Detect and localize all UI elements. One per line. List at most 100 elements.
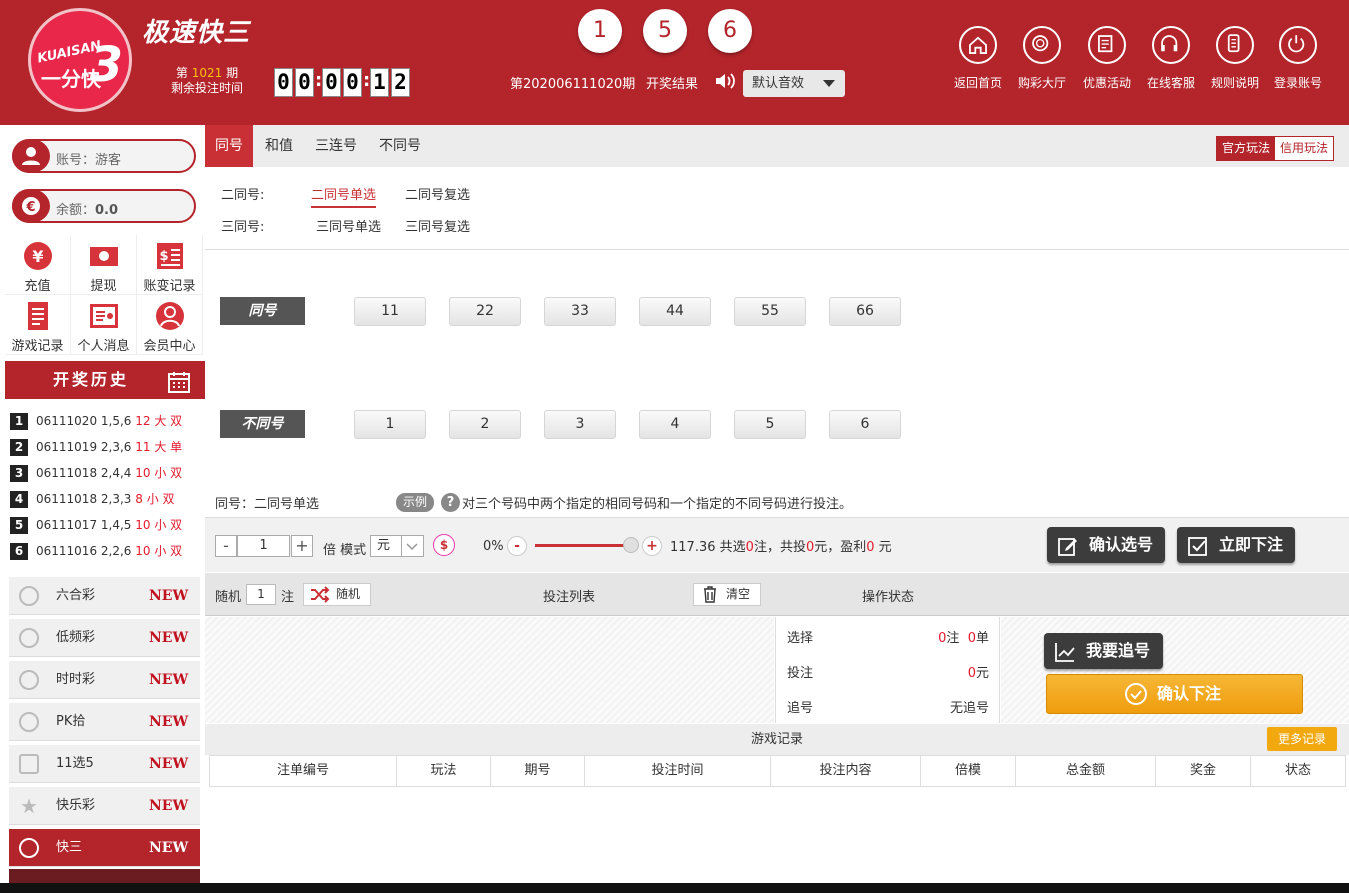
number-button[interactable]: 22 (449, 297, 521, 326)
column-header[interactable]: 奖金 (1156, 756, 1251, 786)
promotion-icon (1088, 26, 1126, 64)
rebate-plus-button[interactable]: + (642, 536, 662, 556)
bet-now-button[interactable]: 立即下注 (1177, 527, 1295, 563)
more-records-button[interactable]: 更多记录 (1267, 727, 1337, 751)
subplay-option-selected[interactable]: 二同号单选 (311, 184, 377, 208)
number-button[interactable]: 44 (639, 297, 711, 326)
tab-butonghao[interactable]: 不同号 (369, 125, 431, 167)
ledger-button[interactable]: $ 账变记录 (137, 235, 203, 295)
clear-button[interactable]: 清空 (693, 583, 761, 606)
messages-button[interactable]: 个人消息 (71, 295, 137, 355)
calendar-icon[interactable] (168, 369, 190, 393)
game-records-button[interactable]: 游戏记录 (5, 295, 71, 355)
history-result: 11 大 单 (135, 440, 183, 454)
sound-select[interactable]: 默认音效 (743, 70, 845, 97)
recharge-button[interactable]: ¥ 充值 (5, 235, 71, 295)
rebate-minus-button[interactable]: - (507, 536, 527, 556)
slider-handle[interactable] (623, 537, 639, 553)
app-logo[interactable]: KUAISAN 一分快 3 (28, 8, 132, 112)
clock-icon (19, 838, 39, 858)
subplay-option[interactable]: 二同号复选 (405, 184, 470, 203)
chevron-down-icon (401, 536, 421, 556)
tab-hezhi[interactable]: 和值 (255, 125, 303, 167)
account-field: 账号：游客 (12, 139, 196, 173)
column-header[interactable]: 玩法 (397, 756, 491, 786)
history-row: 4 06111018 2,3,3 8 小 双 (10, 486, 200, 512)
number-button[interactable]: 3 (544, 410, 616, 439)
summary-text: 元，盈利 (814, 540, 867, 555)
sidebar-item-low-freq[interactable]: 低频彩 NEW (9, 619, 200, 657)
rebate-slider[interactable] (535, 544, 631, 547)
number-button[interactable]: 4 (639, 410, 711, 439)
nav-login[interactable]: 登录账号 (1266, 26, 1330, 91)
random-count-input[interactable]: 1 (246, 584, 276, 605)
button-label: 确认下注 (1157, 684, 1222, 703)
number-button[interactable]: 2 (449, 410, 521, 439)
sidebar-item-liuhecai[interactable]: 六合彩 NEW (9, 577, 200, 615)
select-unit-2: 单 (975, 631, 989, 646)
number-button[interactable]: 66 (829, 297, 901, 326)
credit-mode-button[interactable]: 信用玩法 (1275, 137, 1334, 160)
nav-customer-service[interactable]: 在线客服 (1139, 26, 1203, 91)
column-header[interactable]: 倍模 (921, 756, 1016, 786)
help-icon[interactable]: ? (441, 493, 460, 512)
subplay-option[interactable]: 三同号单选 (316, 216, 381, 235)
column-header[interactable]: 注单编号 (210, 756, 397, 786)
dollar-icon[interactable]: $ (433, 534, 455, 556)
column-header[interactable]: 总金额 (1016, 756, 1156, 786)
sidebar-item-pk10[interactable]: PK拾 NEW (9, 703, 200, 741)
clock-icon (19, 670, 39, 690)
sidebar-item-kuaile[interactable]: ★ 快乐彩 NEW (9, 787, 200, 825)
result-ball: 5 (643, 9, 687, 53)
decrease-button[interactable]: - (215, 535, 237, 557)
withdraw-button[interactable]: 提现 (71, 235, 137, 295)
number-button[interactable]: 5 (734, 410, 806, 439)
column-header[interactable]: 期号 (491, 756, 585, 786)
multiplier-input[interactable]: 1 (237, 535, 290, 557)
select-label: 选择 (787, 631, 814, 646)
sidebar-item-kuaisan[interactable]: 快三 NEW (9, 829, 200, 867)
nav-home[interactable]: 返回首页 (946, 26, 1010, 91)
number-button[interactable]: 1 (354, 410, 426, 439)
sidebar-subitem[interactable] (9, 869, 200, 883)
nav-promotions[interactable]: 优惠活动 (1075, 26, 1139, 91)
rebate-percent: 0% (483, 539, 504, 554)
sidebar-item-shishicai[interactable]: 时时彩 NEW (9, 661, 200, 699)
number-button[interactable]: 55 (734, 297, 806, 326)
tab-tonghao[interactable]: 同号 (205, 125, 253, 167)
random-button[interactable]: 随机 (303, 583, 371, 606)
bet-list-area (205, 617, 774, 723)
history-row: 6 06111016 2,2,6 10 小 双 (10, 538, 200, 564)
column-header[interactable]: 投注时间 (585, 756, 771, 786)
nav-label: 购彩大厅 (1017, 76, 1066, 90)
number-button[interactable]: 6 (829, 410, 901, 439)
subplay-option[interactable]: 三同号复选 (405, 216, 470, 235)
confirm-bet-button[interactable]: 确认下注 (1046, 674, 1303, 714)
balance-value: 0.0 (95, 203, 119, 218)
car-icon (19, 754, 39, 774)
unit-select[interactable]: 元 (370, 535, 424, 557)
member-center-button[interactable]: 会员中心 (137, 295, 203, 355)
confirm-selection-button[interactable]: 确认选号 (1047, 527, 1165, 563)
new-badge: NEW (149, 756, 189, 772)
nav-rules[interactable]: 规则说明 (1203, 26, 1267, 91)
nav-lottery-hall[interactable]: 购彩大厅 (1010, 26, 1074, 91)
sidebar-item-11x5[interactable]: 11选5 NEW (9, 745, 200, 783)
chase-button[interactable]: 我要追号 (1044, 633, 1163, 669)
tab-sanlianhao[interactable]: 三连号 (305, 125, 367, 167)
number-button[interactable]: 33 (544, 297, 616, 326)
euro-icon: € (12, 189, 50, 223)
example-button[interactable]: 示例 (396, 493, 434, 512)
action-label: 游戏记录 (11, 339, 64, 354)
column-header[interactable]: 状态 (1251, 756, 1345, 786)
column-header[interactable]: 投注内容 (771, 756, 921, 786)
game-label: 11选5 (56, 756, 94, 771)
number-button[interactable]: 11 (354, 297, 426, 326)
result-ball: 6 (708, 9, 752, 53)
play-mode-switch: 官方玩法 信用玩法 (1216, 136, 1335, 161)
history-nums: 1,4,5 (100, 518, 132, 532)
records-title: 游戏记录 (750, 732, 803, 747)
official-mode-button[interactable]: 官方玩法 (1217, 137, 1276, 160)
speaker-icon[interactable] (714, 71, 736, 91)
increase-button[interactable]: + (291, 535, 313, 557)
